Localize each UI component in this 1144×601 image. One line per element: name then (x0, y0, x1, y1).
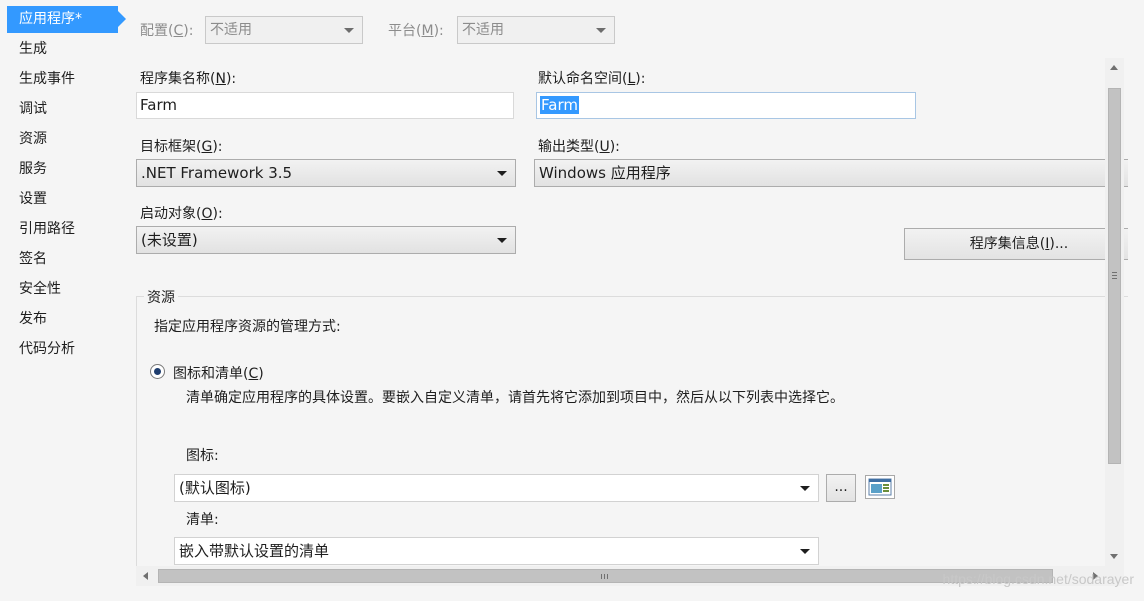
target-framework-label: 目标框架(G): (140, 139, 223, 155)
vertical-scrollbar[interactable] (1105, 58, 1124, 566)
icon-dropdown[interactable]: (默认图标) (174, 474, 819, 502)
browse-icon-button[interactable]: ... (826, 474, 856, 502)
resources-description: 指定应用程序资源的管理方式: (154, 319, 341, 335)
output-type-label: 输出类型(U): (538, 139, 620, 155)
nav-item-build-events[interactable]: 生成事件 (7, 66, 119, 93)
nav-item-reference-paths[interactable]: 引用路径 (7, 216, 119, 243)
icon-manifest-description: 清单确定应用程序的具体设置。要嵌入自定义清单，请首先将它添加到项目中，然后从以下… (186, 390, 844, 406)
manifest-label: 清单: (186, 512, 219, 528)
platform-value: 不适用 (462, 22, 504, 38)
target-framework-value: .NET Framework 3.5 (141, 164, 293, 182)
horizontal-scroll-thumb[interactable] (158, 569, 1053, 583)
startup-object-value: (未设置) (141, 231, 198, 249)
namespace-selected-text: Farm (540, 96, 579, 114)
nav-item-code-analysis[interactable]: 代码分析 (7, 336, 119, 363)
nav-item-build[interactable]: 生成 (7, 36, 119, 63)
chevron-down-icon (497, 238, 507, 243)
scroll-left-arrow-icon[interactable] (143, 572, 148, 580)
nav-item-resources[interactable]: 资源 (7, 126, 119, 153)
nav-item-security[interactable]: 安全性 (7, 276, 119, 303)
icon-label: 图标: (186, 448, 219, 464)
startup-object-dropdown[interactable]: (未设置) (136, 226, 516, 254)
scroll-up-arrow-icon[interactable] (1110, 65, 1118, 70)
default-namespace-input[interactable]: Farm (536, 92, 916, 119)
nav-item-signing[interactable]: 签名 (7, 246, 119, 273)
nav-item-services[interactable]: 服务 (7, 156, 119, 183)
configuration-dropdown[interactable]: 不适用 (205, 16, 363, 44)
configuration-label: 配置(C): (140, 23, 194, 39)
manifest-dropdown[interactable]: 嵌入带默认设置的清单 (174, 537, 819, 565)
icon-preview (865, 475, 895, 499)
assembly-name-input[interactable]: Farm (136, 92, 514, 119)
assembly-info-button[interactable]: 程序集信息(I)... (904, 228, 1128, 260)
nav-item-application[interactable]: 应用程序* (7, 6, 126, 33)
nav-item-publish[interactable]: 发布 (7, 306, 119, 333)
manifest-value: 嵌入带默认设置的清单 (179, 542, 330, 560)
icon-value: (默认图标) (179, 479, 251, 497)
default-namespace-label: 默认命名空间(L): (538, 71, 646, 87)
chevron-down-icon (800, 486, 810, 491)
left-navigation: 应用程序* 生成 生成事件 调试 资源 服务 设置 引用路径 签名 安全性 发布… (0, 0, 128, 601)
resources-group-title: 资源 (144, 287, 178, 307)
configuration-value: 不适用 (210, 22, 252, 38)
scroll-down-arrow-icon[interactable] (1110, 554, 1118, 559)
nav-item-settings[interactable]: 设置 (7, 186, 119, 213)
chevron-down-icon (497, 171, 507, 176)
icon-manifest-radio-label[interactable]: 图标和清单(C) (173, 363, 264, 383)
chevron-down-icon (344, 28, 354, 33)
output-type-dropdown[interactable]: Windows 应用程序 (534, 159, 1128, 187)
vertical-scroll-thumb[interactable] (1108, 88, 1121, 464)
chevron-down-icon (596, 28, 606, 33)
icon-manifest-radio[interactable] (150, 364, 165, 379)
platform-label: 平台(M): (388, 23, 444, 39)
output-type-value: Windows 应用程序 (539, 164, 671, 182)
chevron-down-icon (800, 549, 810, 554)
assembly-name-label: 程序集名称(N): (140, 71, 237, 87)
application-settings-panel: 程序集名称(N): Farm 默认命名空间(L): Farm 目标框架(G): … (128, 58, 1128, 586)
startup-object-label: 启动对象(O): (140, 206, 223, 222)
watermark: https://blog.csdn.net/sodarayer (942, 571, 1134, 587)
platform-dropdown[interactable]: 不适用 (457, 16, 615, 44)
nav-item-debug[interactable]: 调试 (7, 96, 119, 123)
target-framework-dropdown[interactable]: .NET Framework 3.5 (136, 159, 516, 187)
window-icon (868, 478, 892, 496)
